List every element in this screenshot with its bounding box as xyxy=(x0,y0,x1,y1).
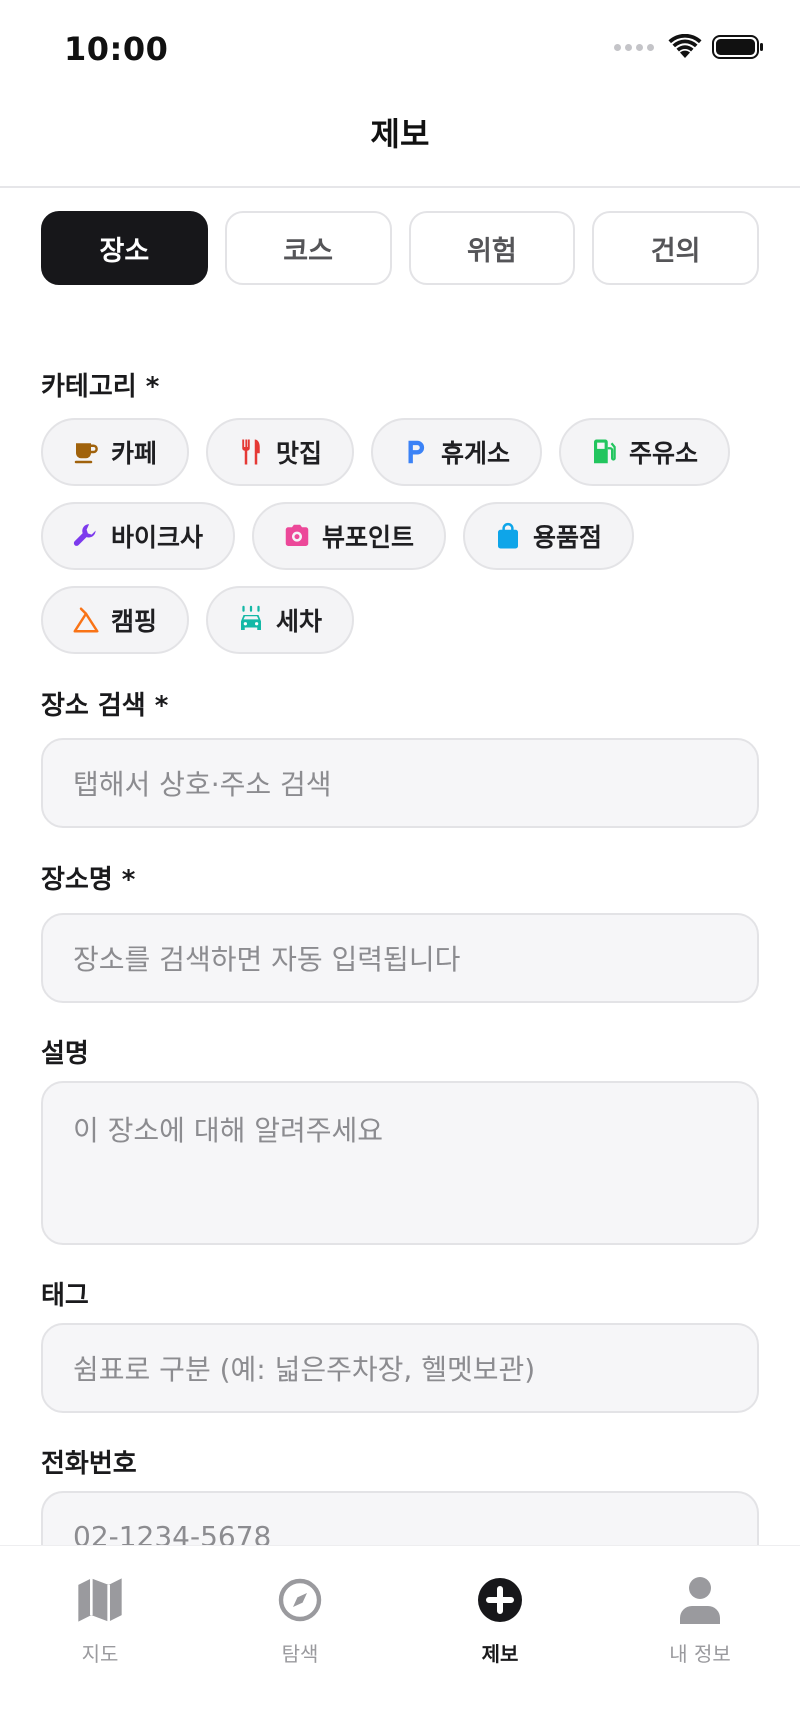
category-chip-car-wash[interactable]: 세차 xyxy=(206,586,355,654)
compass-icon xyxy=(272,1572,328,1628)
utensils-icon xyxy=(242,439,260,465)
battery-icon xyxy=(712,35,763,59)
camera-icon xyxy=(285,524,309,546)
plus-circle-icon xyxy=(472,1572,528,1628)
chip-label: 용품점 xyxy=(533,523,603,552)
parking-icon xyxy=(408,440,425,464)
tab-explore[interactable]: 탐색 xyxy=(200,1546,400,1731)
tab-map[interactable]: 지도 xyxy=(0,1546,200,1731)
tags-input[interactable]: 쉼표로 구분 (예: 넓은주차장, 헬멧보관) xyxy=(41,1323,759,1413)
category-label: 카테고리 * xyxy=(41,372,160,402)
place-search-input[interactable]: 탭해서 상호·주소 검색 xyxy=(41,738,759,828)
tab-label: 탐색 xyxy=(281,1642,319,1666)
tab-label: 제보 xyxy=(481,1642,519,1666)
phone-label: 전화번호 xyxy=(41,1449,137,1479)
chip-label: 캠핑 xyxy=(111,607,158,636)
segment-suggestion[interactable]: 건의 xyxy=(592,211,759,285)
category-chip-gas-station[interactable]: 주유소 xyxy=(559,418,731,486)
chip-label: 주유소 xyxy=(629,439,699,468)
category-chip-viewpoint[interactable]: 뷰포인트 xyxy=(252,502,447,570)
segment-danger[interactable]: 위험 xyxy=(408,211,576,285)
report-type-segmented-control: 장소 코스 위험 건의 xyxy=(41,211,759,285)
chip-label: 뷰포인트 xyxy=(322,523,415,552)
bag-icon xyxy=(498,522,519,549)
category-chip-gear-shop[interactable]: 용품점 xyxy=(463,502,635,570)
tab-my-info[interactable]: 내 정보 xyxy=(600,1546,800,1731)
chip-label: 휴게소 xyxy=(441,439,511,468)
place-name-input[interactable]: 장소를 검색하면 자동 입력됩니다 xyxy=(41,913,759,1003)
tab-label: 지도 xyxy=(81,1642,119,1666)
category-chip-camping[interactable]: 캠핑 xyxy=(41,586,190,654)
status-bar: 10:00 xyxy=(0,0,800,100)
page-title: 제보 xyxy=(370,115,430,153)
bottom-tab-bar: 지도 탐색 제보 내 정보 xyxy=(0,1545,800,1731)
cellular-signal-icon xyxy=(614,43,654,51)
map-icon xyxy=(72,1572,128,1628)
tent-icon xyxy=(73,607,99,633)
coffee-icon xyxy=(74,443,98,464)
chip-label: 바이크사 xyxy=(111,523,204,552)
wifi-icon xyxy=(668,34,702,58)
tab-report[interactable]: 제보 xyxy=(400,1546,600,1731)
description-label: 설명 xyxy=(41,1039,89,1069)
chip-label: 맛집 xyxy=(276,439,323,468)
car-wash-icon xyxy=(241,605,262,630)
place-name-label: 장소명 * xyxy=(41,865,136,895)
chip-label: 카페 xyxy=(111,439,158,468)
tags-label: 태그 xyxy=(41,1281,89,1311)
segment-course[interactable]: 코스 xyxy=(224,211,392,285)
tab-label: 내 정보 xyxy=(669,1642,731,1666)
category-chip-rest-area[interactable]: 휴게소 xyxy=(371,418,543,486)
chip-label: 세차 xyxy=(276,607,323,636)
nav-header: 제보 xyxy=(0,100,800,188)
category-chip-group: 카페 맛집 휴게소 주유소 바이크사 뷰포인트 용품점 캠핑 세차 xyxy=(41,418,761,670)
fuel-icon xyxy=(594,439,616,464)
description-textarea[interactable]: 이 장소에 대해 알려주세요 xyxy=(41,1081,759,1245)
place-search-label: 장소 검색 * xyxy=(41,691,169,721)
category-chip-cafe[interactable]: 카페 xyxy=(41,418,190,486)
person-icon xyxy=(672,1572,728,1628)
status-indicators xyxy=(614,34,764,60)
category-chip-bike-shop[interactable]: 바이크사 xyxy=(41,502,236,570)
status-time: 10:00 xyxy=(64,30,169,68)
category-chip-restaurant[interactable]: 맛집 xyxy=(206,418,355,486)
wrench-icon xyxy=(73,524,96,546)
segment-place[interactable]: 장소 xyxy=(41,211,208,285)
